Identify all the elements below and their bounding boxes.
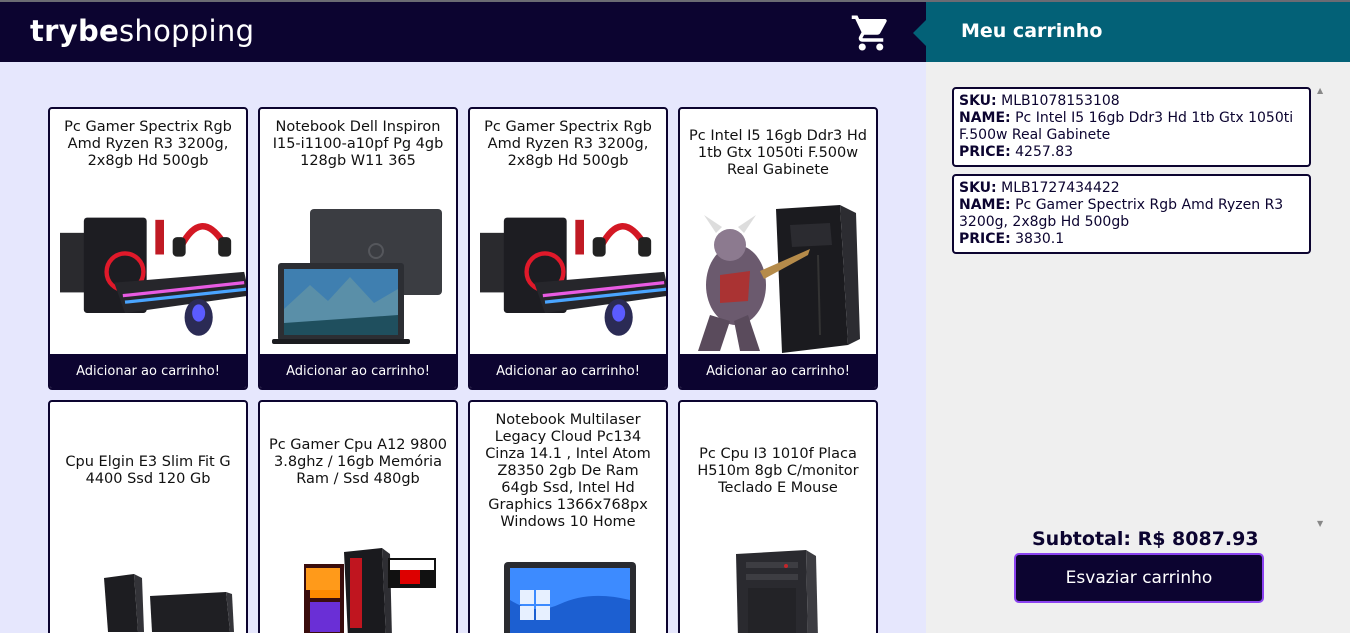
price-value: 3830.1 bbox=[1015, 231, 1065, 247]
sku-label: SKU: bbox=[959, 180, 997, 196]
amd-gaming-pc-image bbox=[304, 548, 436, 633]
gaming-pc-image bbox=[60, 217, 246, 336]
laptop-image bbox=[272, 209, 442, 344]
product-title: Pc Gamer Cpu A12 9800 3.8ghz / 16gb Memó… bbox=[268, 437, 448, 487]
logo-light: shopping bbox=[119, 14, 255, 48]
cart-item: SKU: MLB1727434422 NAME: Pc Gamer Spectr… bbox=[952, 174, 1311, 254]
add-to-cart-button[interactable]: Adicionar ao carrinho! bbox=[50, 354, 246, 388]
shopping-cart-icon[interactable] bbox=[850, 12, 892, 54]
add-to-cart-button[interactable]: Adicionar ao carrinho! bbox=[680, 354, 876, 388]
product-title: Notebook Dell Inspiron I15-i1100-a10pf P… bbox=[272, 119, 444, 169]
product-title: Pc Intel I5 16gb Ddr3 Hd 1tb Gtx 1050ti … bbox=[689, 128, 867, 178]
cart-item: SKU: MLB1078153108 NAME: Pc Intel I5 16g… bbox=[952, 87, 1311, 167]
site-header: trybeshopping bbox=[0, 2, 926, 62]
product-card: Notebook Dell Inspiron I15-i1100-a10pf P… bbox=[258, 107, 458, 390]
product-card: Pc Cpu I3 1010f Placa H510m 8gb C/monito… bbox=[678, 400, 878, 633]
product-card: Pc Intel I5 16gb Ddr3 Hd 1tb Gtx 1050ti … bbox=[678, 107, 878, 390]
windows-laptop-image bbox=[504, 562, 636, 633]
name-label: NAME: bbox=[959, 197, 1011, 213]
product-card: Cpu Elgin E3 Slim Fit G 4400 Ssd 120 Gb bbox=[48, 400, 248, 633]
logo-bold: trybe bbox=[30, 14, 119, 48]
tower-with-character-image bbox=[698, 205, 860, 353]
top-border bbox=[0, 0, 1350, 2]
slim-cpu-image bbox=[104, 574, 234, 632]
cart-title: Meu carrinho bbox=[961, 20, 1103, 42]
product-title: Cpu Elgin E3 Slim Fit G 4400 Ssd 120 Gb bbox=[65, 454, 231, 487]
product-card: Pc Gamer Spectrix Rgb Amd Ryzen R3 3200g… bbox=[48, 107, 248, 390]
price-label: PRICE: bbox=[959, 144, 1011, 160]
product-card: Notebook Multilaser Legacy Cloud Pc134 C… bbox=[468, 400, 668, 633]
sku-value: MLB1078153108 bbox=[1001, 93, 1120, 109]
product-card: Pc Gamer Spectrix Rgb Amd Ryzen R3 3200g… bbox=[468, 107, 668, 390]
cart-subtotal: Subtotal: R$ 8087.93 bbox=[1032, 528, 1259, 550]
product-title: Pc Gamer Spectrix Rgb Amd Ryzen R3 3200g… bbox=[64, 119, 232, 169]
product-title: Pc Cpu I3 1010f Placa H510m 8gb C/monito… bbox=[697, 446, 859, 496]
product-title: Pc Gamer Spectrix Rgb Amd Ryzen R3 3200g… bbox=[484, 119, 652, 169]
cart-panel: Meu carrinho SKU: MLB1078153108 NAME: Pc… bbox=[913, 2, 1350, 633]
cart-header: Meu carrinho bbox=[913, 2, 1350, 62]
price-value: 4257.83 bbox=[1015, 144, 1074, 160]
sku-label: SKU: bbox=[959, 93, 997, 109]
add-to-cart-button[interactable]: Adicionar ao carrinho! bbox=[260, 354, 456, 388]
gaming-pc-image bbox=[480, 217, 666, 336]
sku-value: MLB1727434422 bbox=[1001, 180, 1120, 196]
logo[interactable]: trybeshopping bbox=[30, 14, 254, 48]
office-tower-image bbox=[736, 550, 818, 633]
product-card: Pc Gamer Cpu A12 9800 3.8ghz / 16gb Memó… bbox=[258, 400, 458, 633]
scroll-down-arrow-icon[interactable]: ▼ bbox=[1317, 519, 1323, 528]
price-label: PRICE: bbox=[959, 231, 1011, 247]
name-label: NAME: bbox=[959, 110, 1011, 126]
product-title: Notebook Multilaser Legacy Cloud Pc134 C… bbox=[485, 412, 651, 530]
empty-cart-button[interactable]: Esvaziar carrinho bbox=[1014, 553, 1264, 603]
scroll-up-arrow-icon[interactable]: ▲ bbox=[1317, 86, 1323, 95]
add-to-cart-button[interactable]: Adicionar ao carrinho! bbox=[470, 354, 666, 388]
